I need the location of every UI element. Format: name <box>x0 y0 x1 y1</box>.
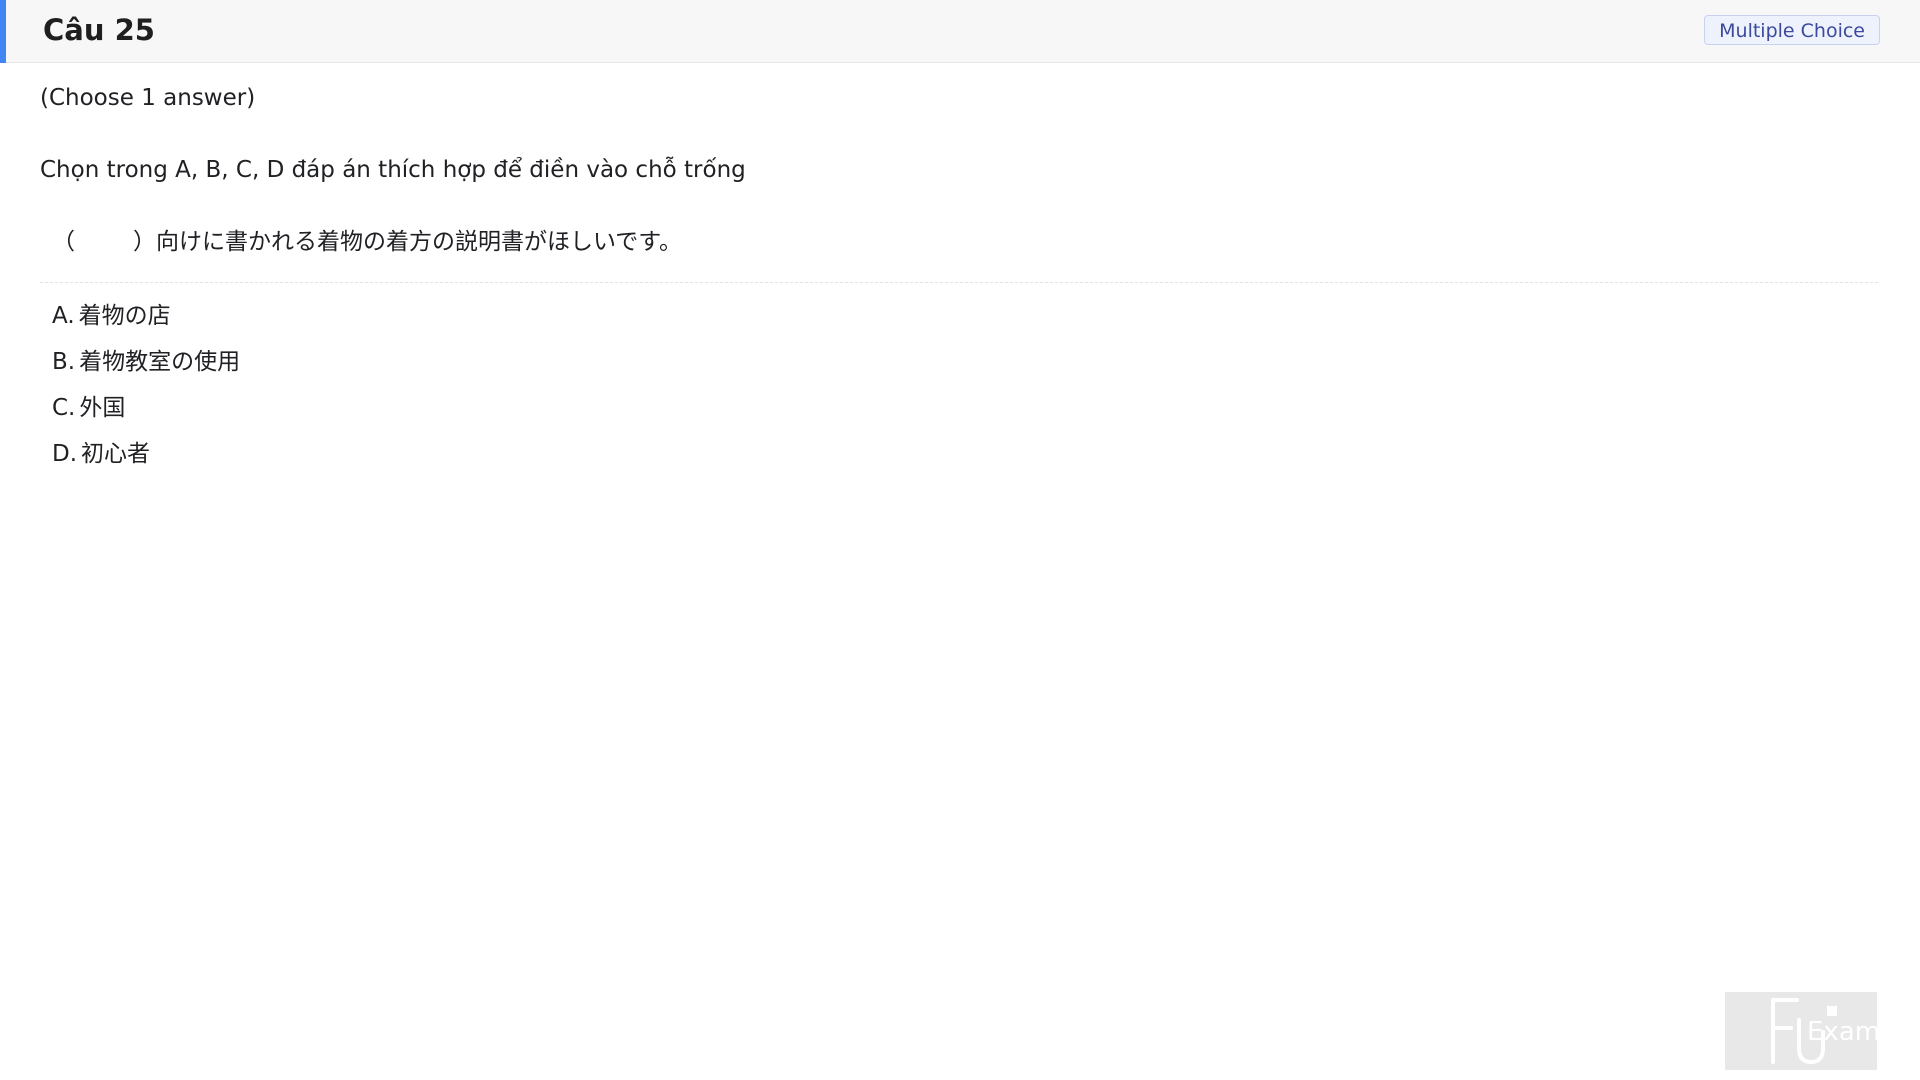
fu-exam-logo-icon: Exam <box>1725 992 1877 1070</box>
option-d[interactable]: D. 初心者 <box>52 431 240 477</box>
option-text: 外国 <box>79 395 126 421</box>
option-c[interactable]: C. 外国 <box>52 385 240 431</box>
question-type-badge: Multiple Choice <box>1704 15 1880 45</box>
option-text: 初心者 <box>81 441 151 467</box>
blank-open-paren: （ <box>52 229 75 255</box>
question-divider <box>40 282 1878 283</box>
option-text: 着物教室の使用 <box>79 349 241 375</box>
answer-count-instruction: (Choose 1 answer) <box>40 85 256 111</box>
question-sentence: 向けに書かれる着物の着方の説明書がほしいです。 <box>156 229 683 255</box>
answer-options: A. 着物の店 B. 着物教室の使用 C. 外国 D. 初心者 <box>52 293 240 477</box>
question-text: （ ）向けに書かれる着物の着方の説明書がほしいです。 <box>52 225 682 259</box>
question-number: Câu 25 <box>43 13 155 47</box>
question-page: Câu 25 Multiple Choice (Choose 1 answer)… <box>0 0 1920 1080</box>
header-accent-bar <box>0 0 6 63</box>
option-letter: A. <box>52 303 75 329</box>
question-prompt: Chọn trong A, B, C, D đáp án thích hợp đ… <box>40 157 746 183</box>
watermark-logo-graphic: Exam <box>1771 998 1877 1065</box>
option-letter: D. <box>52 441 78 467</box>
option-b[interactable]: B. 着物教室の使用 <box>52 339 240 385</box>
option-a[interactable]: A. 着物の店 <box>52 293 240 339</box>
watermark-text: Exam <box>1807 1017 1877 1047</box>
option-letter: C. <box>52 395 76 421</box>
option-letter: B. <box>52 349 76 375</box>
option-text: 着物の店 <box>78 303 171 329</box>
blank-close-paren: ） <box>133 229 156 255</box>
question-header: Câu 25 Multiple Choice <box>0 0 1920 63</box>
